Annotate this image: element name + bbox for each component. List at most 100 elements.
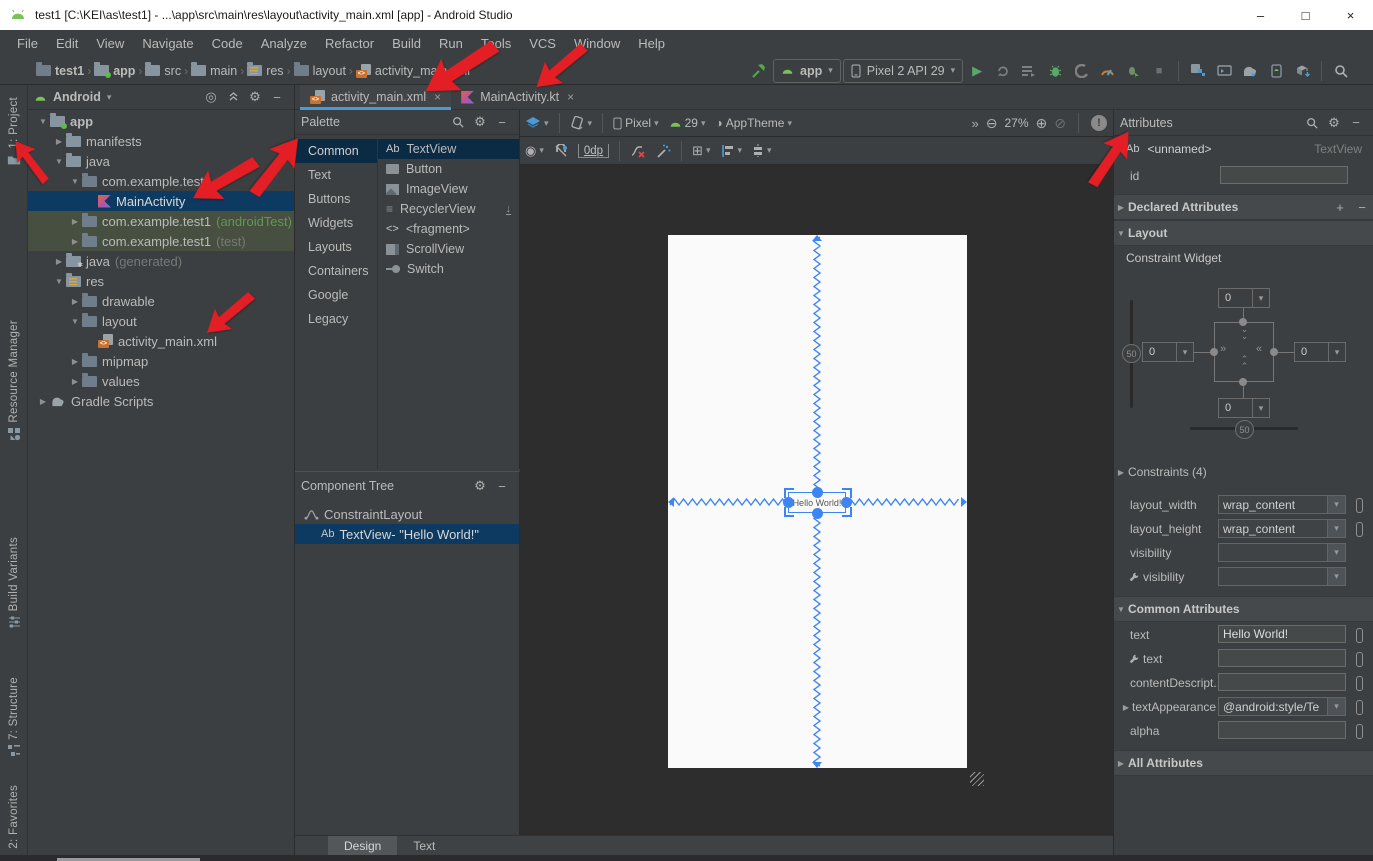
api-version-select[interactable]: 29▾	[664, 110, 711, 136]
constraint-anchor-bottom[interactable]	[1239, 378, 1247, 386]
settings-gear-icon[interactable]: ⚙	[469, 111, 491, 133]
section-constraints[interactable]: ▶ Constraints (4)	[1114, 460, 1373, 484]
component-tree-textview[interactable]: Ab TextView- "Hello World!"	[295, 524, 519, 544]
run-button[interactable]: ▶	[965, 58, 989, 84]
guidelines-select[interactable]: ▾	[747, 137, 777, 164]
debug-button[interactable]	[1043, 58, 1067, 84]
margin-left-select[interactable]: 0▾	[1142, 342, 1194, 362]
profiler-icon[interactable]	[1095, 58, 1119, 84]
palette-item-scrollview[interactable]: ScrollView	[378, 239, 519, 259]
text-appearance-select[interactable]: @android:style/Te▾	[1218, 697, 1346, 716]
menu-build[interactable]: Build	[383, 30, 430, 57]
palette-item-switch[interactable]: Switch	[378, 259, 519, 279]
menu-tools[interactable]: Tools	[472, 30, 520, 57]
layout-width-flag-icon[interactable]	[1356, 498, 1363, 513]
tree-item-layout[interactable]: ▼layout	[28, 311, 294, 331]
palette-category-buttons[interactable]: Buttons	[295, 187, 377, 211]
menu-view[interactable]: View	[87, 30, 133, 57]
text-flag-icon[interactable]	[1356, 628, 1363, 643]
tree-item-java[interactable]: ▼java	[28, 151, 294, 171]
tool-button-project[interactable]: 1: Project	[0, 97, 28, 166]
design-surface-select[interactable]: ▾	[520, 110, 554, 136]
attach-debugger-icon[interactable]	[1121, 58, 1145, 84]
component-tree-constraintlayout[interactable]: ConstraintLayout	[295, 504, 519, 524]
hide-panel-icon[interactable]: −	[266, 86, 288, 108]
run-configurations-icon[interactable]	[1017, 58, 1041, 84]
orientation-select[interactable]: ▾	[565, 110, 598, 136]
menu-vcs[interactable]: VCS	[520, 30, 565, 57]
canvas-resize-grip[interactable]	[970, 772, 984, 786]
layout-height-flag-icon[interactable]	[1356, 522, 1363, 537]
text-appearance-flag-icon[interactable]	[1356, 700, 1363, 715]
hide-panel-icon[interactable]: −	[491, 475, 513, 497]
margin-right-select[interactable]: 0▾	[1294, 342, 1346, 362]
project-view-select[interactable]: Android	[53, 90, 101, 104]
margin-bottom-select[interactable]: 0▾	[1218, 398, 1270, 418]
palette-item-imageview[interactable]: ImageView	[378, 179, 519, 199]
menu-navigate[interactable]: Navigate	[133, 30, 202, 57]
section-common-attributes[interactable]: ▼ Common Attributes	[1114, 596, 1373, 622]
mode-tab-design[interactable]: Design	[328, 836, 397, 855]
breadcrumb-src[interactable]: src	[145, 64, 181, 78]
clear-constraints-button[interactable]	[625, 137, 651, 164]
alpha-input[interactable]	[1218, 721, 1346, 739]
breadcrumb-res[interactable]: res	[247, 64, 283, 78]
visibility-select[interactable]: ▾	[1218, 543, 1346, 562]
stop-button[interactable]: ■	[1147, 58, 1171, 84]
layout-height-select[interactable]: wrap_content▾	[1218, 519, 1346, 538]
zoom-to-fit-button[interactable]: ⊘	[1054, 115, 1066, 132]
menu-edit[interactable]: Edit	[47, 30, 87, 57]
settings-gear-icon[interactable]: ⚙	[244, 86, 266, 108]
view-options-select[interactable]: ◉ ▾	[520, 137, 549, 164]
profile-blank-icon[interactable]	[1069, 58, 1093, 84]
minimize-button[interactable]: –	[1238, 0, 1283, 30]
palette-category-common[interactable]: Common	[295, 139, 377, 163]
mode-tab-text[interactable]: Text	[397, 836, 451, 855]
search-everywhere-icon[interactable]	[1329, 58, 1353, 84]
hide-panel-icon[interactable]: −	[491, 111, 513, 133]
project-structure-icon[interactable]	[1186, 58, 1210, 84]
search-icon[interactable]	[447, 111, 469, 133]
tools-text-flag-icon[interactable]	[1356, 652, 1363, 667]
device-select[interactable]: Pixel 2 API 29▾	[843, 59, 963, 83]
selection-corner[interactable]	[842, 507, 852, 517]
tab-activity-main-xml[interactable]: <> activity_main.xml ×	[300, 85, 451, 109]
autoconnect-toggle[interactable]	[549, 137, 573, 164]
content-description-input[interactable]	[1218, 673, 1346, 691]
menu-file[interactable]: File	[8, 30, 47, 57]
close-icon[interactable]: ×	[567, 90, 574, 104]
palette-item-button[interactable]: Button	[378, 159, 519, 179]
tree-item-package[interactable]: ▼com.example.test1	[28, 171, 294, 191]
zoom-in-button[interactable]: ⊕	[1036, 115, 1048, 132]
tool-button-resource-manager[interactable]: Resource Manager	[0, 320, 28, 441]
menu-refactor[interactable]: Refactor	[316, 30, 383, 57]
alpha-flag-icon[interactable]	[1356, 724, 1363, 739]
apply-changes-icon[interactable]	[991, 58, 1015, 84]
errors-panel-button[interactable]: !	[1091, 115, 1107, 131]
pack-select[interactable]: ⊞ ▾	[687, 137, 715, 164]
constraint-handle-top[interactable]	[812, 487, 823, 498]
tree-item-res[interactable]: ▼res	[28, 271, 294, 291]
gradle-sync-icon[interactable]	[1238, 58, 1262, 84]
palette-category-legacy[interactable]: Legacy	[295, 307, 377, 331]
palette-category-text[interactable]: Text	[295, 163, 377, 187]
constraint-handle-right[interactable]	[841, 497, 852, 508]
tool-button-structure[interactable]: 7: Structure	[0, 677, 28, 757]
menu-run[interactable]: Run	[430, 30, 472, 57]
breadcrumb-layout[interactable]: layout	[294, 64, 346, 78]
constraint-anchor-left[interactable]	[1210, 348, 1218, 356]
sdk-manager-icon[interactable]	[1290, 58, 1314, 84]
constraint-anchor-right[interactable]	[1270, 348, 1278, 356]
overflow-chevron-icon[interactable]: »	[972, 116, 979, 131]
menu-window[interactable]: Window	[565, 30, 629, 57]
tree-item-app[interactable]: ▼app	[28, 111, 294, 131]
content-description-flag-icon[interactable]	[1356, 676, 1363, 691]
constraint-handle-left[interactable]	[783, 497, 794, 508]
breadcrumb-file[interactable]: <>activity_main.xml	[356, 64, 470, 78]
device-in-editor-select[interactable]: Pixel▾	[608, 110, 664, 136]
tree-item-drawable[interactable]: ▶drawable	[28, 291, 294, 311]
close-button[interactable]: ×	[1328, 0, 1373, 30]
tree-item-activity-main-xml[interactable]: <>activity_main.xml	[28, 331, 294, 351]
constraint-handle-bottom[interactable]	[812, 508, 823, 519]
palette-category-google[interactable]: Google	[295, 283, 377, 307]
